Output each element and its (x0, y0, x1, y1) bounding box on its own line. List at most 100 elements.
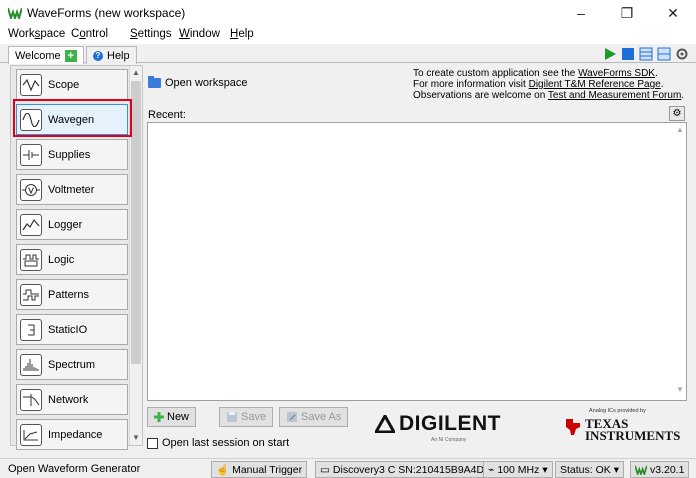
maximize-button[interactable]: ❐ (604, 0, 650, 26)
new-plus-icon (154, 412, 164, 422)
digilent-logo: DIGILENT (375, 412, 501, 436)
voltmeter-icon (20, 178, 42, 201)
open-last-session-checkbox[interactable] (147, 437, 158, 449)
save-icon (227, 412, 237, 422)
trigger-hand-icon: ☝ (216, 464, 230, 476)
scroll-down-icon[interactable]: ▼ (674, 385, 686, 394)
scrollbar-thumb[interactable] (131, 81, 141, 364)
tabs-icon (639, 47, 653, 60)
tool-patterns-button[interactable]: Patterns (16, 279, 128, 310)
dock-tabs-button[interactable] (638, 46, 654, 61)
clock-selector-button[interactable]: ⌁ 100 MHz ▾ (483, 461, 553, 478)
reference-page-link[interactable]: Digilent T&M Reference Page (529, 79, 661, 90)
recent-list[interactable]: ▲ ▼ (147, 122, 687, 401)
open-workspace-label: Open workspace (165, 77, 248, 89)
menu-help[interactable]: Help (230, 28, 254, 40)
menu-control[interactable]: Control (71, 28, 108, 40)
ti-state-icon (566, 419, 580, 435)
device-icon: ▭ (320, 463, 330, 476)
stop-button[interactable] (620, 46, 636, 61)
supplies-icon (20, 143, 42, 166)
save-as-icon (287, 412, 297, 422)
sdk-link[interactable]: WaveForms SDK (578, 68, 655, 79)
recent-list-scrollbar[interactable]: ▲ ▼ (674, 123, 686, 400)
minimize-button[interactable]: – (558, 0, 604, 26)
window-title: WaveForms (new workspace) (27, 6, 186, 20)
logic-icon (20, 248, 42, 271)
tool-logger-button[interactable]: Logger (16, 209, 128, 240)
info-text: To create custom application see the Wav… (413, 68, 685, 101)
tab-help-label: Help (107, 49, 130, 62)
scroll-up-icon[interactable]: ▲ (130, 66, 142, 80)
tab-strip: Welcome + ? Help (0, 44, 696, 64)
close-button[interactable]: ✕ (650, 0, 696, 26)
impedance-icon (20, 423, 42, 446)
manual-trigger-button[interactable]: ☝ Manual Trigger (211, 461, 308, 478)
view-toolbar (602, 46, 690, 61)
ti-tagline: Analog ICs provided by (589, 408, 646, 414)
tool-impedance-button[interactable]: Impedance (16, 419, 128, 450)
tab-help[interactable]: ? Help (86, 46, 137, 64)
waveforms-logo-icon (635, 465, 647, 475)
dock-split-button[interactable] (656, 46, 672, 61)
scroll-down-icon[interactable]: ▼ (130, 431, 142, 445)
run-button[interactable] (602, 46, 618, 61)
options-button[interactable] (674, 46, 690, 61)
minimize-icon: – (577, 5, 585, 21)
network-icon (20, 388, 42, 411)
split-icon (657, 47, 671, 60)
waveforms-logo-icon (8, 7, 22, 19)
stop-icon (622, 47, 634, 60)
ti-brand: Texas Instruments (585, 416, 681, 443)
menu-settings[interactable]: Settings (130, 28, 172, 40)
device-selector-button[interactable]: ▭ Discovery3 C SN:210415B9A4D5 (315, 461, 495, 478)
recent-options-button[interactable]: ⚙ (669, 106, 685, 121)
digilent-triangle-icon (375, 415, 395, 433)
open-last-session-row[interactable]: Open last session on start (147, 437, 289, 449)
open-last-session-label: Open last session on start (162, 437, 290, 449)
tool-spectrum-button[interactable]: Spectrum (16, 349, 128, 380)
patterns-icon (20, 283, 42, 306)
welcome-page: Open workspace To create custom applicat… (145, 65, 691, 457)
add-instrument-icon[interactable]: + (64, 49, 77, 62)
play-icon (605, 47, 616, 60)
recent-label: Recent: (148, 109, 186, 121)
gear-icon (676, 48, 688, 59)
save-as-button[interactable]: Save As (279, 407, 349, 427)
folder-icon (148, 76, 161, 88)
tab-welcome-label: Welcome (15, 49, 61, 62)
tab-welcome[interactable]: Welcome + (8, 46, 84, 64)
chevron-down-icon: ▾ (542, 463, 548, 476)
menu-workspace[interactable]: Workspace (8, 28, 65, 40)
staticio-icon (20, 318, 42, 341)
new-button[interactable]: New (147, 407, 197, 427)
chevron-down-icon: ▾ (613, 463, 620, 476)
menu-window[interactable]: Window (179, 28, 220, 40)
tool-staticio-button[interactable]: StaticIO (16, 314, 128, 345)
digilent-tagline: An NI Company (431, 437, 467, 443)
tool-supplies-button[interactable]: Supplies (16, 139, 128, 170)
maximize-icon: ❐ (620, 4, 634, 21)
forum-link[interactable]: Test and Measurement Forum (548, 90, 681, 101)
close-icon: ✕ (667, 4, 679, 21)
version-button[interactable]: v3.20.1 (630, 461, 690, 478)
menu-bar: Workspace Control Settings Window Help (0, 26, 696, 44)
help-icon: ? (93, 50, 103, 61)
title-bar: WaveForms (new workspace) – ❐ ✕ (0, 0, 696, 26)
spectrum-icon (20, 353, 42, 376)
gear-icon: ⚙ (672, 108, 682, 119)
digilent-brand: DIGILENT (399, 412, 501, 435)
wavegen-highlight-outline (13, 99, 132, 137)
tool-network-button[interactable]: Network (16, 384, 128, 415)
tool-scope-button[interactable]: Scope (16, 69, 128, 100)
status-message: Open Waveform Generator (8, 463, 141, 475)
open-workspace-link[interactable]: Open workspace (148, 76, 248, 89)
status-button[interactable]: Status: OK ▾ (555, 461, 625, 478)
save-button[interactable]: Save (219, 407, 274, 427)
logger-icon (20, 213, 42, 236)
tool-logic-button[interactable]: Logic (16, 244, 128, 275)
scroll-up-icon[interactable]: ▲ (674, 125, 686, 134)
tool-voltmeter-button[interactable]: Voltmeter (16, 174, 128, 205)
clock-icon: ⌁ (488, 463, 495, 476)
scope-icon (20, 73, 42, 96)
